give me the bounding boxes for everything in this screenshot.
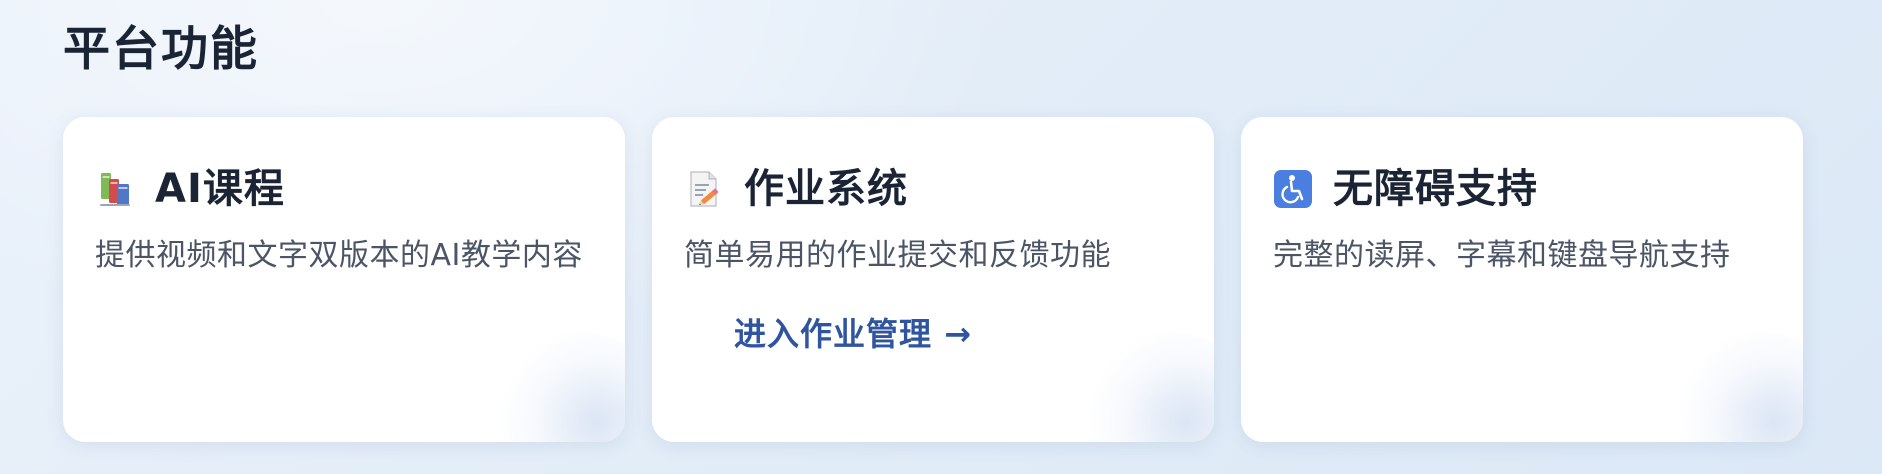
memo-icon bbox=[690, 171, 719, 207]
card-title: AI课程 bbox=[155, 166, 285, 212]
feature-card-ai-course: AI课程 提供视频和文字双版本的AI教学内容 bbox=[63, 117, 625, 442]
card-header: 无障碍支持 bbox=[1273, 159, 1773, 219]
card-title: 作业系统 bbox=[744, 166, 908, 212]
card-title: 无障碍支持 bbox=[1333, 166, 1538, 212]
card-header: AI课程 bbox=[95, 159, 595, 219]
feature-cards: AI课程 提供视频和文字双版本的AI教学内容 作业系统 简单易用的作业提交和反馈 bbox=[63, 117, 1803, 442]
card-description: 完整的读屏、字幕和键盘导航支持 bbox=[1273, 238, 1731, 273]
books-icon bbox=[100, 173, 130, 206]
section-title: 平台功能 bbox=[63, 22, 259, 77]
feature-card-accessibility: 无障碍支持 完整的读屏、字幕和键盘导航支持 bbox=[1241, 117, 1803, 442]
card-description: 提供视频和文字双版本的AI教学内容 bbox=[95, 238, 583, 273]
wheelchair-icon bbox=[1274, 170, 1312, 208]
enter-homework-management-link[interactable]: 进入作业管理 → bbox=[734, 309, 972, 355]
card-header: 作业系统 bbox=[684, 159, 1184, 219]
card-description: 简单易用的作业提交和反馈功能 bbox=[684, 238, 1111, 273]
feature-card-homework: 作业系统 简单易用的作业提交和反馈功能 进入作业管理 → bbox=[652, 117, 1214, 442]
